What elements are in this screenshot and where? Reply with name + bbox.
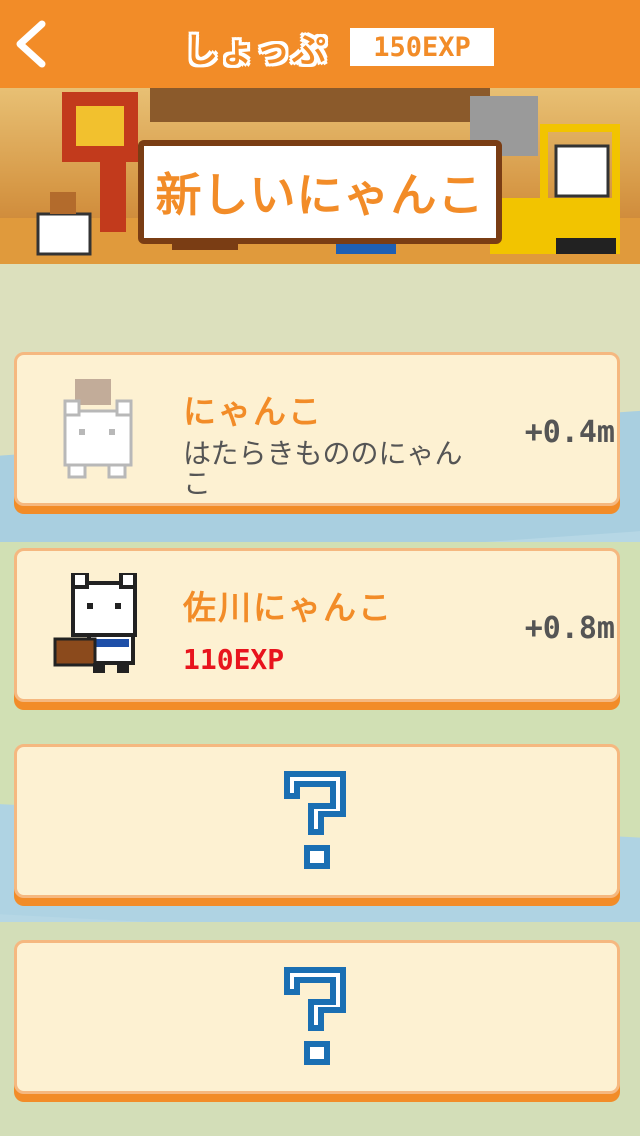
locked-item-area [17, 747, 617, 895]
back-button[interactable] [10, 18, 54, 70]
shop-item-card[interactable]: 佐川にゃんこ 110EXP +0.8m [14, 548, 620, 702]
question-mark-icon [284, 967, 346, 1065]
chevron-left-icon [16, 20, 46, 68]
item-cost: 110EXP [183, 643, 285, 676]
exp-counter: 150EXP [350, 28, 494, 66]
sagawa-cat-icon [53, 573, 137, 673]
worker-cat-icon [63, 379, 133, 479]
exp-value: 150EXP [373, 31, 471, 63]
item-speed: +0.4m [524, 415, 615, 450]
item-name: 佐川にゃんこ [183, 588, 393, 627]
new-cats-banner: 新しいにゃんこ [0, 88, 640, 264]
page-title-text: しょっぷ [184, 30, 328, 71]
page-title: しょっぷ [184, 24, 328, 71]
locked-item-card[interactable] [14, 744, 620, 898]
locked-item-card[interactable] [14, 940, 620, 1094]
shop-item-card[interactable]: にゃんこ はたらきもののにゃんこ +0.4m [14, 352, 620, 506]
header-bar: しょっぷ 150EXP [0, 0, 640, 88]
item-description: はたらきもののにゃんこ [183, 437, 463, 500]
item-speed: +0.8m [524, 611, 615, 646]
locked-item-area [17, 943, 617, 1091]
banner-title: 新しいにゃんこ [155, 168, 485, 222]
question-mark-icon [284, 771, 346, 869]
item-name: にゃんこ [183, 392, 323, 431]
